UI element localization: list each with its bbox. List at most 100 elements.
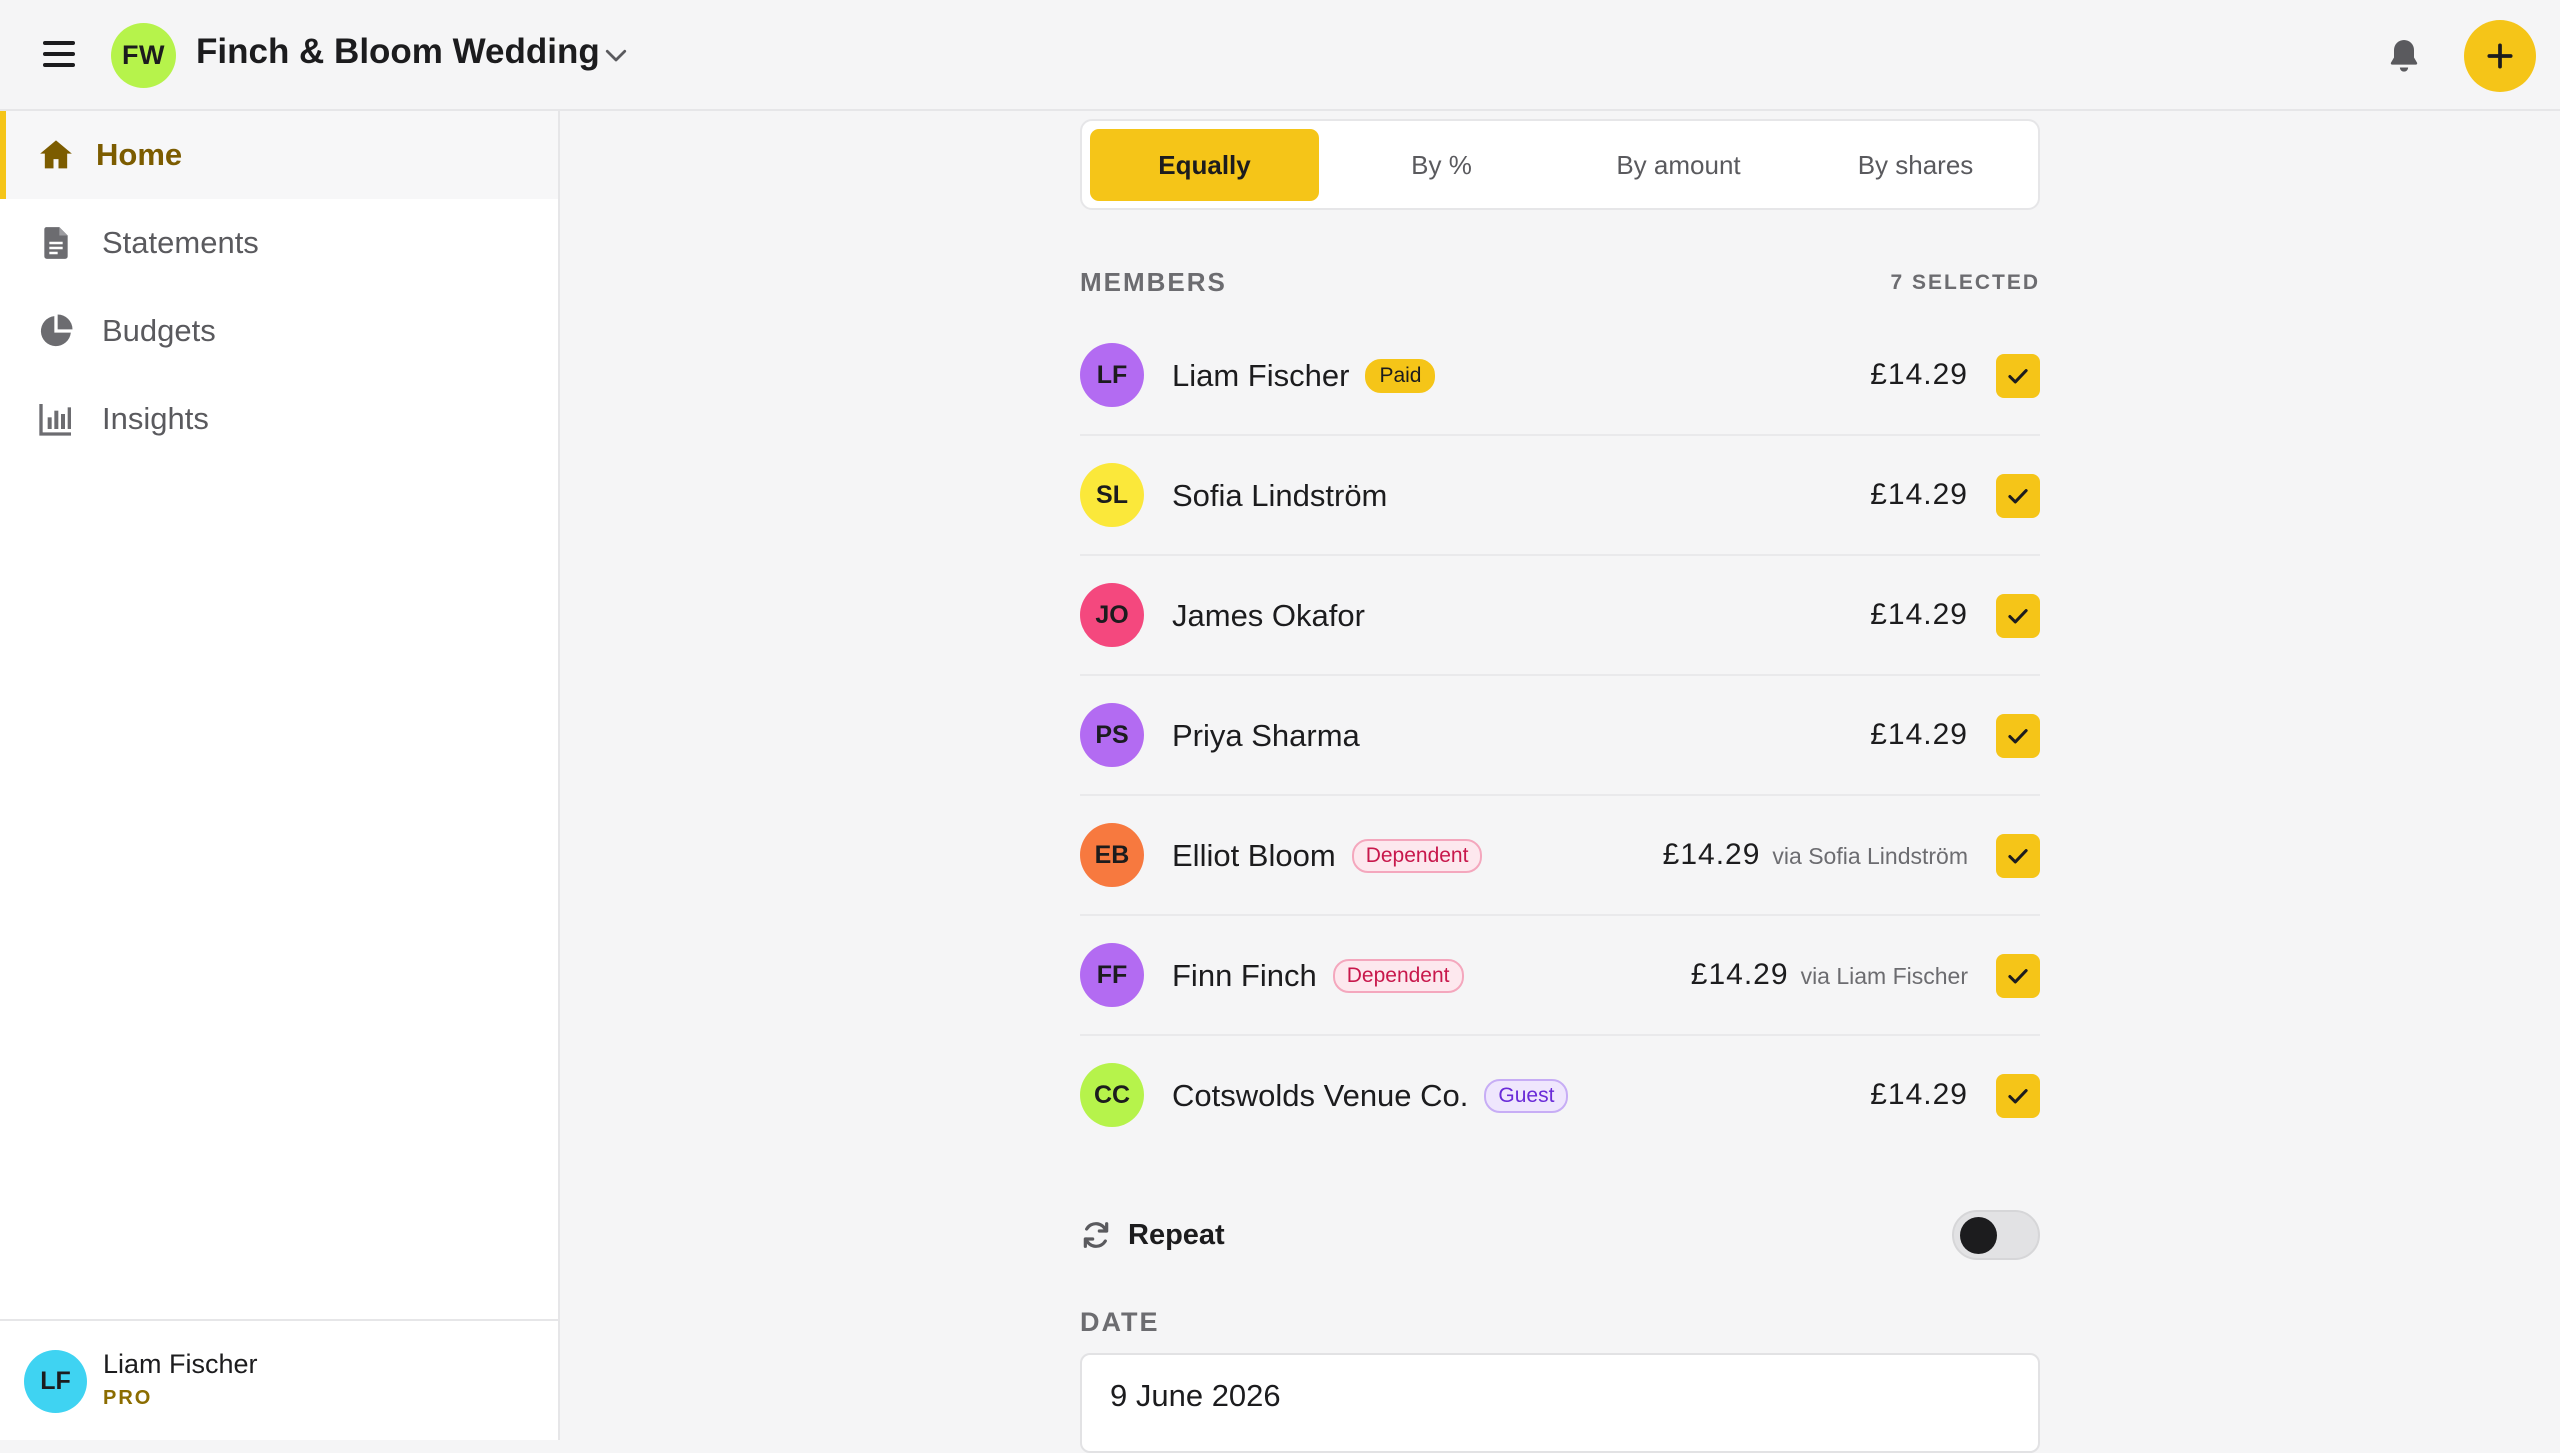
member-checkbox[interactable] <box>1996 474 2040 518</box>
checkmark-icon <box>2008 969 2028 984</box>
member-badge-dependent: Dependent <box>1332 959 1464 993</box>
bell-icon[interactable] <box>2384 34 2424 76</box>
home-icon <box>40 140 72 169</box>
member-amount-group: £14.29 <box>1870 478 1968 512</box>
sidebar-item-label: Insights <box>102 401 209 436</box>
toggle-knob <box>1960 1217 1997 1254</box>
member-name-group: James Okafor <box>1172 598 1365 634</box>
hamburger-icon[interactable] <box>40 37 78 71</box>
repeat-toggle[interactable] <box>1952 1210 2040 1260</box>
plus-icon <box>2487 43 2513 69</box>
member-via-note: via Sofia Lindström <box>1772 843 1968 869</box>
user-plan-badge: PRO <box>103 1387 153 1409</box>
member-name-group: Elliot Bloom Dependent <box>1172 838 1483 874</box>
member-avatar: FF <box>1080 943 1144 1007</box>
chevron-down-icon[interactable] <box>601 40 631 70</box>
date-label: DATE <box>1080 1307 1160 1337</box>
avatar: LF <box>24 1350 87 1413</box>
member-row[interactable]: EB Elliot Bloom Dependent £14.29 via Sofia L… <box>1080 796 2040 916</box>
member-checkbox[interactable] <box>1996 1074 2040 1118</box>
member-amount: £14.29 <box>1870 598 1968 631</box>
member-name: James Okafor <box>1172 598 1365 633</box>
tab-equally[interactable]: Equally <box>1090 129 1319 201</box>
member-amount: £14.29 <box>1690 958 1789 991</box>
checkmark-icon <box>2008 1089 2028 1104</box>
member-avatar: PS <box>1080 703 1144 767</box>
date-input[interactable] <box>1080 1353 2040 1453</box>
member-checkbox[interactable] <box>1996 354 2040 398</box>
member-list: LF Liam Fischer Paid £14.29 SL Sofia Lindströ… <box>1080 316 2040 1156</box>
tab-by-shares[interactable]: By shares <box>1801 129 2030 201</box>
member-amount: £14.29 <box>1662 838 1761 871</box>
member-badge-dependent: Dependent <box>1351 839 1483 873</box>
member-name-group: Priya Sharma <box>1172 718 1360 754</box>
member-row[interactable]: LF Liam Fischer Paid £14.29 <box>1080 316 2040 436</box>
members-selected-count: 7 SELECTED <box>1890 271 2040 294</box>
member-amount-group: £14.29 via Sofia Lindström <box>1663 838 1968 872</box>
member-avatar: CC <box>1080 1063 1144 1127</box>
sidebar: Home Statements Budgets Insights LF Liam… <box>0 111 560 1440</box>
member-amount-group: £14.29 <box>1870 598 1968 632</box>
member-checkbox[interactable] <box>1996 834 2040 878</box>
member-amount: £14.29 <box>1870 478 1968 511</box>
member-checkbox[interactable] <box>1996 954 2040 998</box>
refresh-icon <box>1083 1222 1109 1248</box>
member-row[interactable]: SL Sofia Lindström £14.29 <box>1080 436 2040 556</box>
member-name: Elliot Bloom <box>1172 838 1336 873</box>
tab-by-amount[interactable]: By amount <box>1564 129 1793 201</box>
members-heading: MEMBERS <box>1080 267 1227 297</box>
bar-chart-icon <box>39 404 71 436</box>
sidebar-item-budgets[interactable]: Budgets <box>0 287 558 375</box>
sidebar-item-insights[interactable]: Insights <box>0 375 558 463</box>
pie-chart-icon <box>40 314 73 347</box>
sidebar-item-statements[interactable]: Statements <box>0 199 558 287</box>
user-profile[interactable]: LF Liam Fischer PRO <box>0 1319 558 1440</box>
repeat-label: Repeat <box>1128 1219 1225 1251</box>
main-content: Equally By % By amount By shares MEMBERS… <box>560 111 2560 1453</box>
member-avatar: JO <box>1080 583 1144 647</box>
checkmark-icon <box>2008 609 2028 624</box>
group-title[interactable]: Finch & Bloom Wedding <box>196 32 600 72</box>
member-amount-group: £14.29 via Liam Fischer <box>1691 958 1968 992</box>
member-name: Sofia Lindström <box>1172 478 1388 513</box>
sidebar-item-label: Home <box>96 137 183 172</box>
member-row[interactable]: PS Priya Sharma £14.29 <box>1080 676 2040 796</box>
member-row[interactable]: CC Cotswolds Venue Co. Guest £14.29 <box>1080 1036 2040 1156</box>
sidebar-item-label: Statements <box>102 225 259 260</box>
checkmark-icon <box>2008 729 2028 744</box>
split-method-tabs: Equally By % By amount By shares <box>1080 119 2040 210</box>
tab-by-percent[interactable]: By % <box>1327 129 1556 201</box>
user-name: Liam Fischer <box>103 1349 258 1379</box>
member-checkbox[interactable] <box>1996 594 2040 638</box>
member-row[interactable]: JO James Okafor £14.29 <box>1080 556 2040 676</box>
member-name-group: Cotswolds Venue Co. Guest <box>1172 1078 1569 1114</box>
checkmark-icon <box>2008 849 2028 864</box>
sidebar-item-label: Budgets <box>102 313 216 348</box>
member-avatar: EB <box>1080 823 1144 887</box>
member-name-group: Finn Finch Dependent <box>1172 958 1464 994</box>
member-amount-group: £14.29 <box>1870 358 1968 392</box>
member-amount: £14.29 <box>1870 718 1968 751</box>
member-name: Liam Fischer <box>1172 358 1350 393</box>
member-avatar: SL <box>1080 463 1144 527</box>
member-name-group: Sofia Lindström <box>1172 478 1387 514</box>
member-badge-paid: Paid <box>1365 359 1436 393</box>
member-via-note: via Liam Fischer <box>1800 963 1968 989</box>
member-checkbox[interactable] <box>1996 714 2040 758</box>
member-name: Cotswolds Venue Co. <box>1172 1078 1469 1113</box>
member-row[interactable]: FF Finn Finch Dependent £14.29 via Liam Fisc… <box>1080 916 2040 1036</box>
group-avatar: FW <box>111 23 176 88</box>
document-icon <box>44 227 68 259</box>
checkmark-icon <box>2008 489 2028 504</box>
member-avatar: LF <box>1080 343 1144 407</box>
sidebar-item-home[interactable]: Home <box>0 111 558 199</box>
member-name: Priya Sharma <box>1172 718 1360 753</box>
repeat-row: Repeat <box>1080 1201 2040 1273</box>
member-amount: £14.29 <box>1870 358 1968 391</box>
top-bar: FW Finch & Bloom Wedding <box>0 0 2560 111</box>
add-button[interactable] <box>2464 20 2536 92</box>
member-name-group: Liam Fischer Paid <box>1172 358 1436 394</box>
checkmark-icon <box>2008 369 2028 384</box>
member-amount: £14.29 <box>1870 1078 1968 1111</box>
member-amount-group: £14.29 <box>1870 1078 1968 1112</box>
